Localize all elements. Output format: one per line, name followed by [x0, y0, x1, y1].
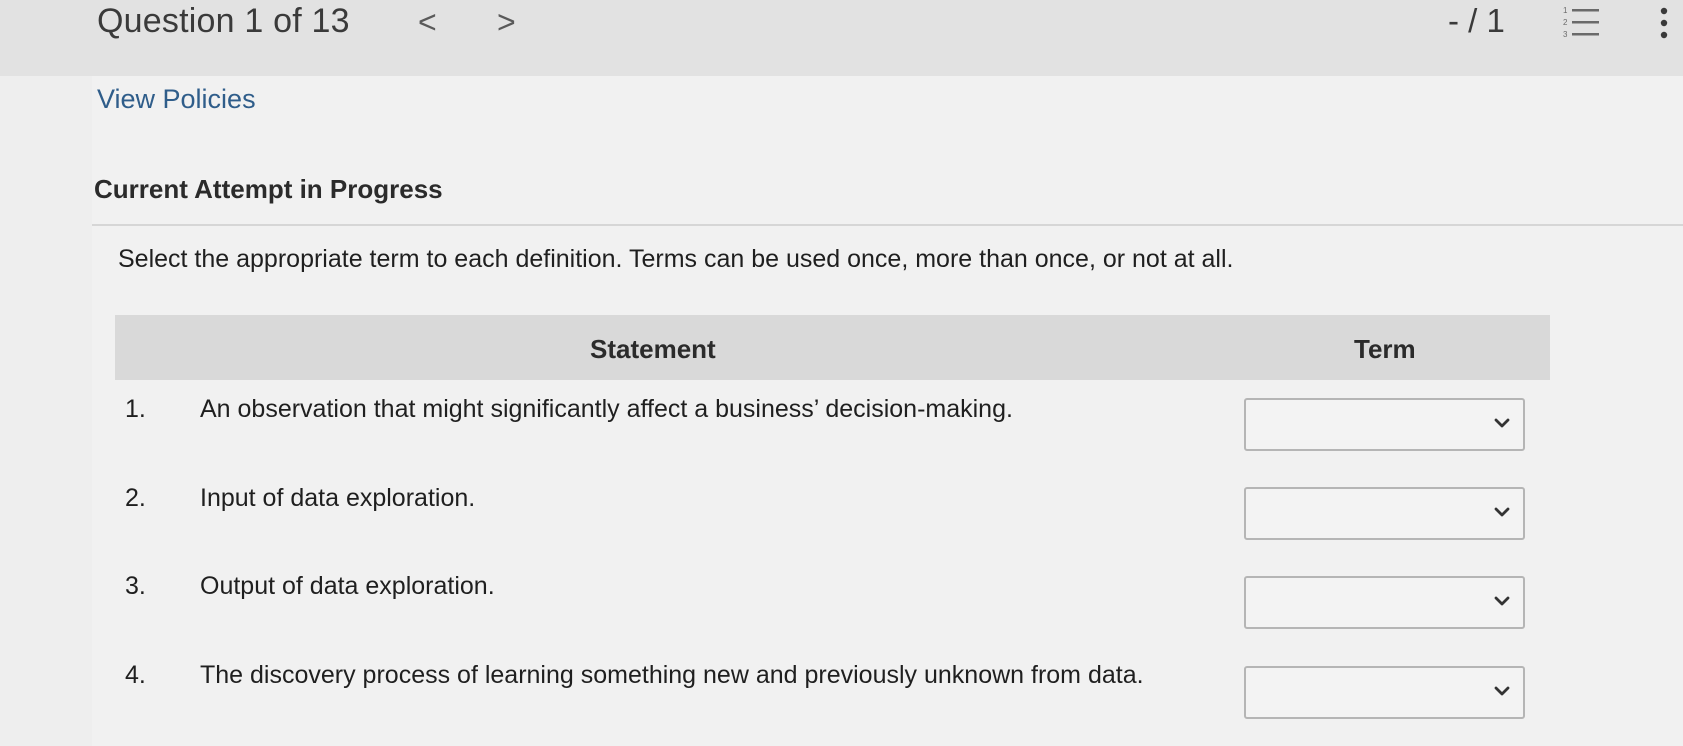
column-header-term: Term: [1354, 334, 1416, 364]
svg-text:1: 1: [1563, 6, 1568, 15]
svg-text:2: 2: [1563, 18, 1568, 27]
table-header: [115, 315, 1550, 380]
row-number: 4.: [125, 661, 146, 689]
row-statement: Output of data exploration.: [200, 572, 495, 600]
row-statement: An observation that might significantly …: [200, 395, 1013, 423]
chevron-down-icon: [1494, 507, 1510, 517]
score-display: - / 1: [1448, 2, 1505, 39]
svg-text:3: 3: [1563, 30, 1568, 39]
row-number: 3.: [125, 572, 146, 600]
term-select-2[interactable]: [1244, 487, 1525, 540]
row-statement: Input of data exploration.: [200, 484, 476, 512]
term-select-3[interactable]: [1244, 576, 1525, 629]
question-counter: Question 1 of 13: [97, 2, 350, 40]
numbered-list-icon[interactable]: 1 2 3: [1563, 4, 1601, 40]
term-select-4[interactable]: [1244, 666, 1525, 719]
chevron-down-icon: [1494, 596, 1510, 606]
view-policies-link[interactable]: View Policies: [97, 84, 256, 115]
column-header-statement: Statement: [590, 334, 716, 364]
chevron-down-icon: [1494, 686, 1510, 696]
next-question-button[interactable]: >: [497, 4, 516, 41]
row-statement: The discovery process of learning someth…: [200, 661, 1144, 689]
term-select-1[interactable]: [1244, 398, 1525, 451]
previous-question-button[interactable]: <: [418, 4, 437, 41]
row-number: 1.: [125, 395, 146, 423]
divider: [92, 224, 1683, 226]
attempt-heading: Current Attempt in Progress: [94, 174, 443, 204]
chevron-down-icon: [1494, 418, 1510, 428]
row-number: 2.: [125, 484, 146, 512]
question-instructions: Select the appropriate term to each defi…: [118, 245, 1234, 273]
vertical-dots-icon[interactable]: [1659, 6, 1669, 40]
